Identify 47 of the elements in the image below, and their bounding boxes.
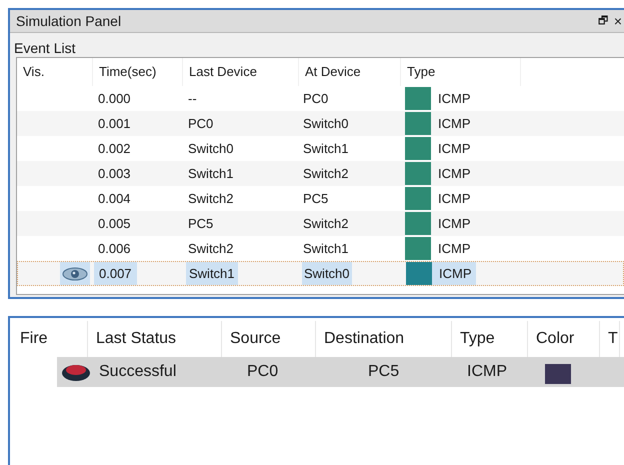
close-button[interactable]: × xyxy=(614,14,622,28)
table-cell-text: PC5 xyxy=(302,190,330,208)
window-title: Simulation Panel xyxy=(16,12,122,30)
table-cell: ICMP xyxy=(432,262,476,285)
table-cell-text: 0.004 xyxy=(97,190,132,208)
table-cell-text: 0.006 xyxy=(97,240,132,258)
table-cell-text: ICMP xyxy=(437,114,472,133)
table-cell-text: 0.005 xyxy=(97,214,132,233)
section-title: Event List xyxy=(13,39,76,57)
table-cell-text: ICMP xyxy=(437,90,472,108)
table-cell-text: ICMP xyxy=(437,140,472,158)
pdu-row[interactable]: Successful PC0 PC5 ICMP xyxy=(57,357,624,387)
event-row[interactable]: 0.007 Switch1 Switch0 ICMP xyxy=(17,261,624,286)
table-cell-text: ICMP xyxy=(437,190,472,208)
table-cell-text: Switch2 xyxy=(187,240,235,258)
table-cell-text: 0.002 xyxy=(97,140,132,158)
table-cell-text: 0.000 xyxy=(97,90,132,108)
table-cell-text: Switch0 xyxy=(302,114,350,133)
table-cell-text: -- xyxy=(187,90,198,108)
restore-button[interactable]: 🗗 xyxy=(598,16,608,26)
table-cell: Switch1 xyxy=(186,262,238,285)
table-cell-text: ICMP xyxy=(437,214,472,233)
table-cell-text: ICMP xyxy=(437,240,472,258)
table-cell-text: PC0 xyxy=(187,114,214,133)
table-cell-text: ICMP xyxy=(437,164,472,183)
event-row[interactable]: 0.003 Switch1 Switch2 ICMP xyxy=(17,161,624,186)
table-cell-text: Switch2 xyxy=(302,164,350,183)
table-cell-text: Switch0 xyxy=(187,140,235,158)
event-row[interactable]: 0.005 PC5 Switch2 ICMP xyxy=(17,211,624,236)
table-cell-text: Switch1 xyxy=(302,140,350,158)
table-cell-text: ICMP xyxy=(466,362,508,382)
table-cell-text: PC5 xyxy=(367,362,400,382)
event-row[interactable]: 0.001 PC0 Switch0 ICMP xyxy=(17,111,624,136)
table-cell-text: PC5 xyxy=(187,214,214,233)
table-cell-text: 0.001 xyxy=(97,114,132,133)
table-cell-text: Switch2 xyxy=(302,214,350,233)
table-cell-text: PC0 xyxy=(246,362,280,382)
table-cell-text: Switch1 xyxy=(187,164,235,183)
table-cell-text: Successful xyxy=(99,362,178,382)
table-cell-text: Switch1 xyxy=(302,240,350,258)
fire-button-icon[interactable] xyxy=(61,362,91,382)
table-cell: 0.007 xyxy=(94,262,137,285)
table-cell-text: PC0 xyxy=(302,90,330,108)
table-cell: Switch0 xyxy=(302,262,352,285)
table-cell-text: 0.003 xyxy=(97,164,132,183)
table-cell-text: Switch2 xyxy=(187,190,235,208)
eye-icon xyxy=(62,266,88,280)
